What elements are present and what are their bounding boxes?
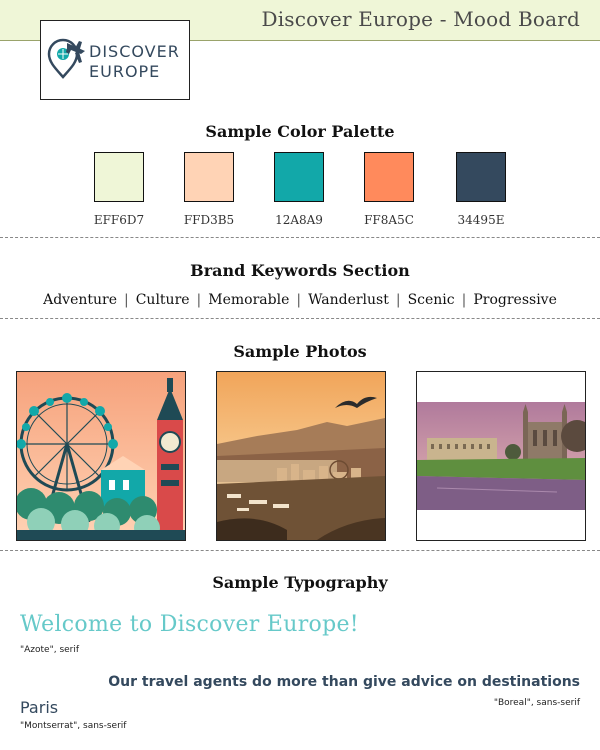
logo-text-line1: DISCOVER xyxy=(89,42,180,61)
color-swatch xyxy=(274,152,324,202)
color-swatch xyxy=(94,152,144,202)
color-swatch-label: FF8A5C xyxy=(364,213,414,227)
keyword-separator: | xyxy=(296,292,302,308)
color-swatch-label: FFD3B5 xyxy=(183,213,235,227)
photos-title: Sample Photos xyxy=(233,342,367,361)
color-swatch xyxy=(184,152,234,202)
typography-small-font-note: "Montserrat", sans-serif xyxy=(20,721,127,731)
color-swatch xyxy=(364,152,414,202)
typography-heading-sample: Welcome to Discover Europe! xyxy=(20,612,359,637)
sample-photo-riverside-college xyxy=(416,371,586,541)
keyword-separator: | xyxy=(196,292,202,308)
typography-body-sample: Our travel agents do more than give advi… xyxy=(108,674,580,690)
section-divider xyxy=(0,237,600,238)
typography-small-sample: Paris xyxy=(20,698,59,717)
color-swatch-label: 12A8A9 xyxy=(275,213,323,227)
sample-photo-coastal-city xyxy=(216,371,386,541)
section-divider xyxy=(0,318,600,319)
keyword: Scenic xyxy=(407,292,455,308)
keyword: Adventure xyxy=(43,292,117,308)
logo-text-line2: EUROPE xyxy=(89,62,161,81)
palette-title: Sample Color Palette xyxy=(205,122,395,141)
typography-body-font-note: "Boreal", sans-serif xyxy=(493,698,580,708)
keyword-separator: | xyxy=(124,292,129,308)
typography-title: Sample Typography xyxy=(212,573,388,592)
keywords-title: Brand Keywords Section xyxy=(190,261,410,280)
brand-logo: DISCOVER EUROPE xyxy=(40,20,190,100)
keyword-separator: | xyxy=(395,292,401,308)
keyword: Memorable xyxy=(208,292,290,308)
typography-heading-font-note: "Azote", serif xyxy=(20,645,80,655)
section-divider xyxy=(0,550,600,551)
sample-photo-illustration xyxy=(16,371,186,541)
color-swatch-label: 34495E xyxy=(457,213,505,227)
keyword-list: Adventure | Culture | Memorable | Wanderlust | S… xyxy=(0,292,600,308)
keyword: Wanderlust xyxy=(308,292,389,308)
color-swatch xyxy=(456,152,506,202)
keyword: Progressive xyxy=(473,292,557,308)
page-title: Discover Europe - Mood Board xyxy=(261,7,580,31)
color-swatch-label: EFF6D7 xyxy=(93,213,145,227)
keyword-separator: | xyxy=(461,292,467,308)
keyword: Culture xyxy=(135,292,190,308)
